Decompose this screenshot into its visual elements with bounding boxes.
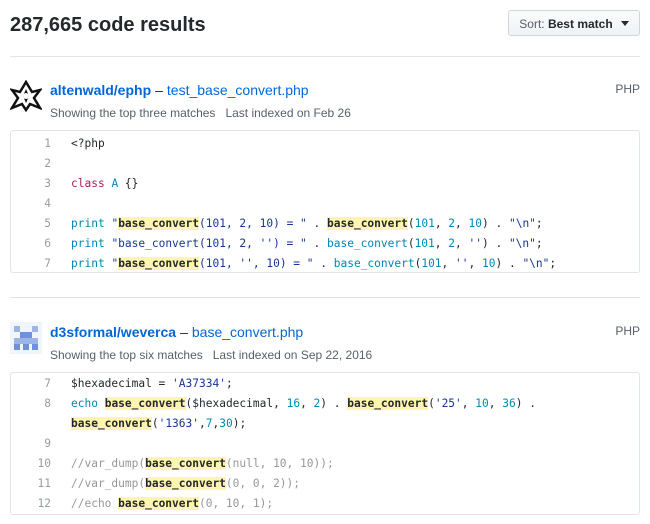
- line-code: <?php: [71, 137, 105, 150]
- line-number[interactable]: 6: [11, 234, 51, 254]
- result-meta: Showing the top six matches Last indexed …: [50, 348, 372, 362]
- indexed-text: Last indexed on Feb 26: [225, 106, 351, 120]
- line-number[interactable]: 2: [11, 154, 51, 174]
- matches-text: Showing the top three matches: [50, 106, 216, 120]
- title-separator: –: [155, 82, 163, 98]
- sort-label: Sort:: [519, 17, 545, 31]
- file-link[interactable]: test_base_convert.php: [167, 82, 309, 98]
- result-meta: Showing the top three matches Last indexe…: [50, 106, 351, 120]
- black-geometric-avatar-icon[interactable]: [10, 80, 42, 112]
- result-divider: [10, 297, 640, 298]
- line-code: //echo base_convert(0, 10, 1);: [71, 497, 274, 510]
- results-count: 287,665 code results: [10, 14, 206, 36]
- line-code: base_convert('1363',7,30);: [71, 417, 247, 430]
- title-separator: –: [180, 324, 188, 340]
- code-line: 6 print "base_convert(101, 2, '') = " . b…: [11, 234, 639, 254]
- code-line: 11 //var_dump(base_convert(0, 0, 2));: [11, 474, 639, 494]
- code-line: 3 class A {}: [11, 174, 639, 194]
- line-number[interactable]: 1: [11, 134, 51, 154]
- result-title: altenwald/ephp – test_base_convert.php: [50, 82, 309, 98]
- code-line: 8 echo base_convert($hexadecimal, 16, 2) …: [11, 394, 639, 414]
- caret-down-icon: [621, 21, 629, 26]
- result-title: d3sformal/weverca – base_convert.php: [50, 324, 303, 340]
- line-code: print "base_convert(101, 2, 10) = " . ba…: [71, 217, 543, 230]
- repo-link[interactable]: altenwald/ephp: [50, 82, 151, 98]
- line-number[interactable]: 10: [11, 454, 51, 474]
- indexed-text: Last indexed on Sep 22, 2016: [212, 348, 373, 362]
- code-line: 10 //var_dump(base_convert(null, 10, 10))…: [11, 454, 639, 474]
- code-line: 2: [11, 154, 639, 174]
- code-line: 7 $hexadecimal = 'A37334';: [11, 374, 639, 394]
- code-line: 4: [11, 194, 639, 214]
- results-header: 287,665 code results Sort: Best match: [10, 0, 640, 57]
- line-number[interactable]: 4: [11, 194, 51, 214]
- line-code: print "base_convert(101, 2, '') = " . ba…: [71, 237, 543, 250]
- line-number[interactable]: 7: [11, 254, 51, 274]
- line-number[interactable]: 5: [11, 214, 51, 234]
- line-number[interactable]: 11: [11, 474, 51, 494]
- code-snippet: 7 $hexadecimal = 'A37334'; 8 echo base_con…: [10, 372, 640, 515]
- sort-dropdown-button[interactable]: Sort: Best match: [508, 10, 640, 36]
- code-line: base_convert('1363',7,30);: [11, 414, 639, 434]
- file-link[interactable]: base_convert.php: [192, 324, 303, 340]
- code-line: 9: [11, 434, 639, 454]
- blue-pixel-identicon[interactable]: [10, 322, 42, 354]
- code-line: 12 //echo base_convert(0, 10, 1);: [11, 494, 639, 514]
- repo-link[interactable]: d3sformal/weverca: [50, 324, 176, 340]
- line-number[interactable]: 3: [11, 174, 51, 194]
- line-code: //var_dump(base_convert(null, 10, 10));: [71, 457, 334, 470]
- line-number[interactable]: 9: [11, 434, 51, 454]
- line-code: $hexadecimal = 'A37334';: [71, 377, 233, 390]
- line-code: echo base_convert($hexadecimal, 16, 2) .…: [71, 397, 536, 410]
- line-code: class A {}: [71, 177, 139, 190]
- code-line: 7 print "base_convert(101, '', 10) = " . …: [11, 254, 639, 274]
- line-number[interactable]: 12: [11, 494, 51, 514]
- line-number[interactable]: 7: [11, 374, 51, 394]
- line-number[interactable]: 8: [11, 394, 51, 414]
- line-code: print "base_convert(101, '', 10) = " . b…: [71, 257, 557, 270]
- code-line: 5 print "base_convert(101, 2, 10) = " . b…: [11, 214, 639, 234]
- line-code: //var_dump(base_convert(0, 0, 2));: [71, 477, 301, 490]
- sort-value: Best match: [547, 17, 613, 31]
- code-snippet: 1 <?php 2 3 class A {} 4 5 print "base_conv…: [10, 130, 640, 273]
- matches-text: Showing the top six matches: [50, 348, 203, 362]
- language-label: PHP: [615, 324, 640, 338]
- code-line: 1 <?php: [11, 134, 639, 154]
- language-label: PHP: [615, 82, 640, 96]
